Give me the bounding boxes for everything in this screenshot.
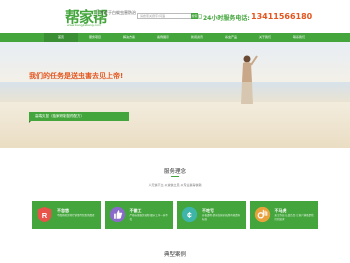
service-card[interactable]: 不马虎 无尘作业,认真负责,让客户满意是我们的追求 (249, 201, 318, 229)
search-input[interactable]: 请搜索关键字/词语 (137, 13, 192, 19)
banner-tag-corner (29, 121, 31, 123)
service-card[interactable]: 不偷工 严格标准服务流程,细节工序一丝不苟 (104, 201, 173, 229)
service-cards: R 不忽悠 不面色暗沉地行销事件忽悠消费者 不偷工 严格标准服务流程,细节工序一… (32, 201, 318, 229)
service-card[interactable]: R 不忽悠 不面色暗沉地行销事件忽悠消费者 (32, 201, 101, 229)
phone-icon (198, 14, 202, 19)
card-desc: 不面色暗沉地行销事件忽悠消费者 (57, 214, 95, 217)
nav-item-news[interactable]: 新闻资讯 (180, 33, 214, 42)
logo-url: www.bangjiabang.com (67, 23, 102, 27)
slogan-divider (97, 9, 98, 17)
card-desc: 严格标准服务流程,细节工序一丝不苟 (129, 214, 168, 221)
service-concept-title: 服务理念 (163, 169, 186, 175)
money-icon: ¢ (181, 206, 198, 223)
banner-title: 我们的任务是送虫害去见上帝! (29, 72, 124, 80)
nav-item-products[interactable]: 杀虫产品 (214, 33, 248, 42)
card-desc: 价格透明,提前告知价格所有收费有标准 (202, 214, 241, 221)
hero-banner: 我们的任务是送虫害去见上帝! 高端灭鼠（独家研制鼠药配方） (0, 42, 350, 148)
svg-text:¢: ¢ (187, 210, 192, 220)
banner-person-image (241, 55, 258, 104)
nav-item-cases[interactable]: 案例展示 (146, 33, 180, 42)
cases-title: 典型案例 (163, 252, 186, 258)
r-letter-icon: R (37, 206, 52, 223)
site-header: 帮家帮 www.bangjiabang.com 专注于白蚁虫害防治 请搜索关键字… (0, 0, 350, 33)
banner-sea (0, 82, 350, 102)
svg-text:R: R (42, 211, 48, 220)
hotline-label: 24小时服务电话: (203, 15, 250, 22)
nav-item-contact[interactable]: 联系我们 (282, 33, 316, 42)
nav-item-solutions[interactable]: 解决方案 (112, 33, 146, 42)
main-nav: 首页 服务项目 解决方案 案例展示 新闻资讯 杀虫产品 关于我们 联系我们 (0, 33, 350, 42)
nav-item-about[interactable]: 关于我们 (248, 33, 282, 42)
ok-hand-icon (254, 206, 270, 223)
thumbs-up-icon (109, 206, 125, 223)
title-underline (171, 176, 179, 177)
nav-item-home[interactable]: 首页 (44, 33, 78, 42)
hotline-number[interactable]: 13411566180 (251, 12, 312, 21)
search-button[interactable]: 搜索 (191, 13, 198, 19)
card-desc: 无尘作业,认真负责,让客户满意是我们的追求 (274, 214, 314, 221)
site-slogan: 专注于白蚁虫害防治 (100, 10, 136, 15)
service-card[interactable]: ¢ 不吃亏 价格透明,提前告知价格所有收费有标准 (177, 201, 246, 229)
nav-item-services[interactable]: 服务项目 (78, 33, 112, 42)
banner-tag[interactable]: 高端灭鼠（独家研制鼠药配方） (29, 112, 129, 121)
service-concept-subtitle: 人无信不立,以诚信立足,以专业赢得信赖 (148, 183, 202, 187)
